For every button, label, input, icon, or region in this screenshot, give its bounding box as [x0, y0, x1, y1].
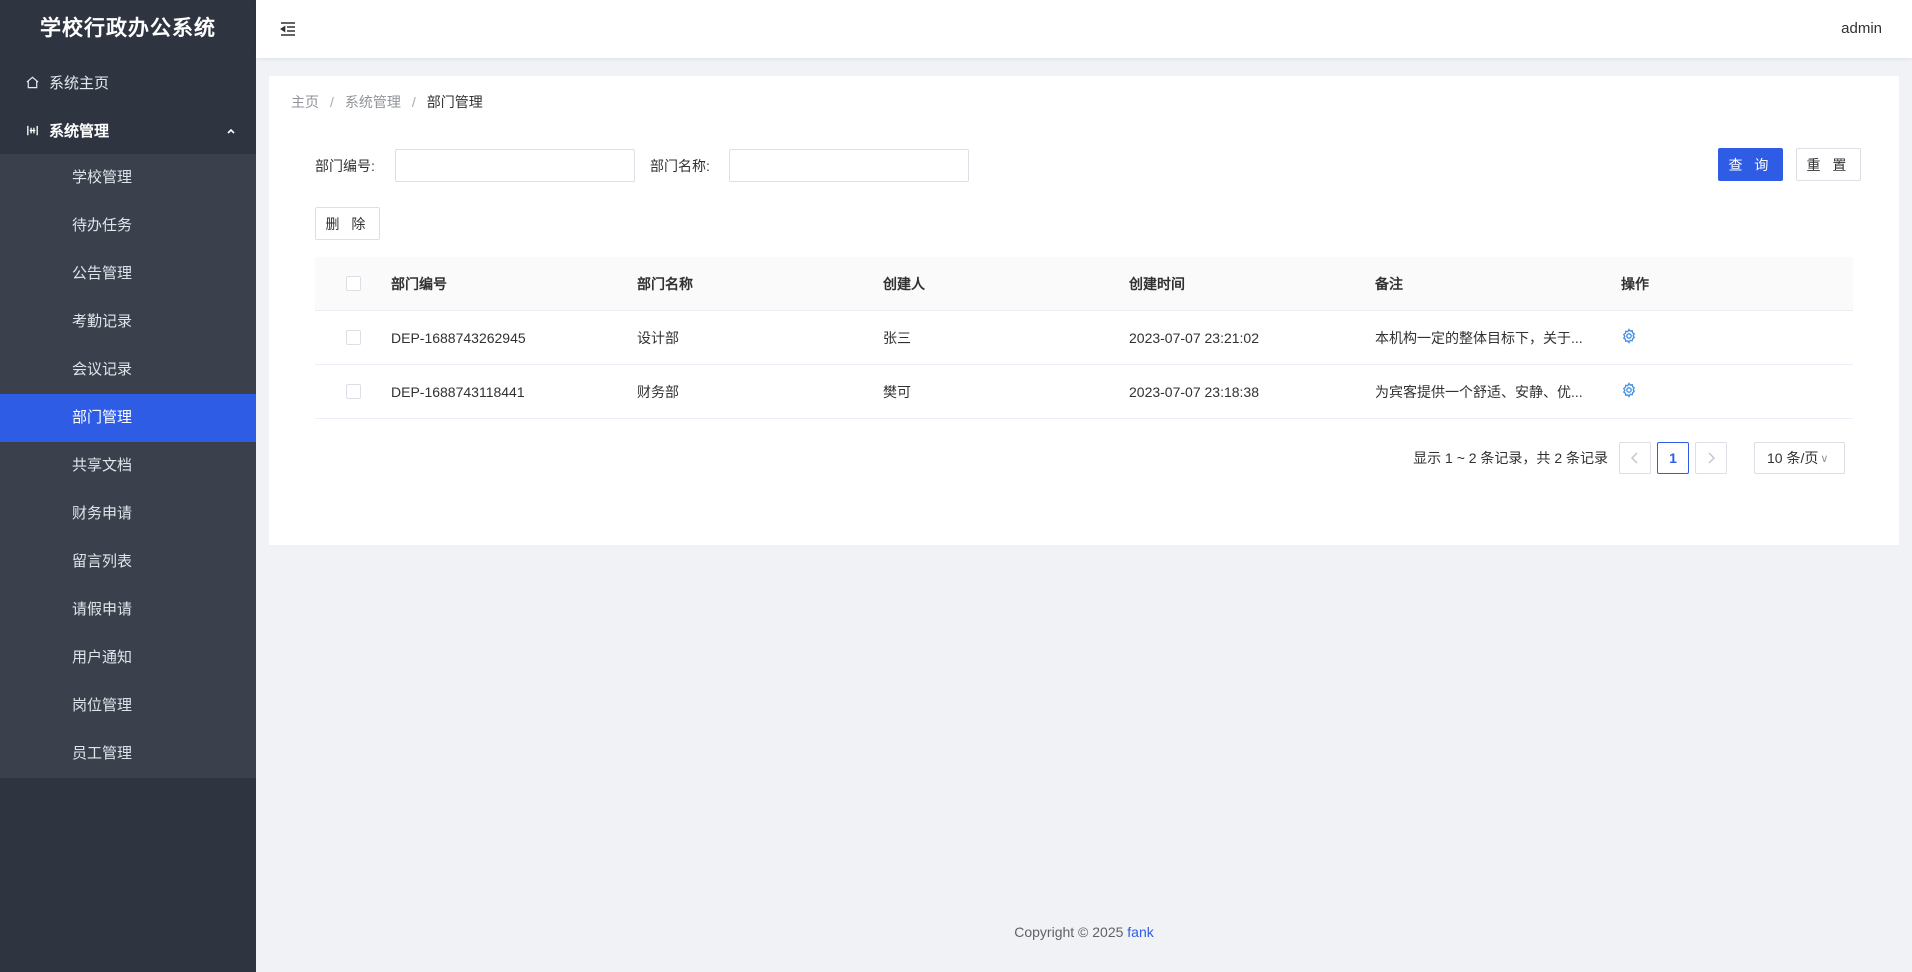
chevron-left-icon	[1631, 452, 1638, 464]
column-header: 部门名称	[637, 275, 693, 292]
created-time-cell: 2023-07-07 23:21:02	[1129, 329, 1259, 346]
column-header: 部门编号	[391, 275, 447, 292]
home-icon	[24, 74, 40, 90]
author-link[interactable]: fank	[1127, 924, 1153, 940]
dept-code-cell: DEP-1688743262945	[391, 329, 526, 346]
table-header: 部门编号 部门名称 创建人 创建时间 备注 操作	[315, 257, 1853, 311]
sidebar-item-documents[interactable]: 共享文档	[0, 442, 256, 490]
sidebar-group-system[interactable]: 系统管理	[0, 106, 256, 154]
sidebar-item-department[interactable]: 部门管理	[0, 394, 256, 442]
next-page-button[interactable]	[1695, 442, 1727, 474]
query-button[interactable]: 查 询	[1718, 148, 1783, 181]
dept-name-cell: 财务部	[637, 383, 679, 400]
breadcrumb-separator: /	[330, 94, 334, 110]
dept-code-cell: DEP-1688743118441	[391, 383, 525, 400]
main-card: 主页 / 系统管理 / 部门管理 部门编号: 部门名称: 查 询 重 置 删 除…	[269, 76, 1899, 545]
sidebar-item-label: 系统主页	[49, 74, 110, 92]
select-all-checkbox[interactable]	[345, 276, 361, 291]
settings-sliders-icon	[24, 122, 40, 138]
gear-icon[interactable]	[1621, 328, 1637, 344]
sidebar-item-meeting[interactable]: 会议记录	[0, 346, 256, 394]
creator-cell: 张三	[883, 329, 911, 346]
sidebar-group-label: 系统管理	[49, 122, 110, 140]
sidebar-item-position[interactable]: 岗位管理	[0, 682, 256, 730]
chevron-down-icon: ∨	[1820, 452, 1829, 465]
remark-cell: 为宾客提供一个舒适、安静、优...	[1375, 383, 1583, 400]
remark-cell: 本机构一定的整体目标下，关于...	[1375, 329, 1583, 346]
reset-button[interactable]: 重 置	[1796, 148, 1861, 181]
dept-name-cell: 设计部	[637, 329, 679, 346]
page-button-current[interactable]: 1	[1657, 442, 1689, 474]
sidebar-item-home[interactable]: 系统主页	[0, 58, 256, 106]
created-time-cell: 2023-07-07 23:18:38	[1129, 383, 1259, 400]
gear-icon[interactable]	[1621, 382, 1637, 398]
pagination-summary: 显示 1 ~ 2 条记录，共 2 条记录	[1413, 450, 1608, 466]
row-checkbox[interactable]	[345, 330, 361, 345]
column-header: 创建人	[883, 275, 925, 292]
sidebar-item-notice[interactable]: 公告管理	[0, 250, 256, 298]
sidebar-item-employee[interactable]: 员工管理	[0, 730, 256, 778]
dept-code-label: 部门编号:	[315, 158, 375, 174]
copyright-text: Copyright © 2025	[1014, 924, 1124, 940]
breadcrumb-section[interactable]: 系统管理	[345, 92, 401, 112]
top-header: admin	[256, 0, 1912, 58]
breadcrumb-home[interactable]: 主页	[291, 92, 319, 112]
table-row: DEP-1688743262945 设计部 张三 2023-07-07 23:2…	[315, 311, 1853, 365]
chevron-up-icon	[226, 123, 236, 140]
sidebar-item-messages[interactable]: 留言列表	[0, 538, 256, 586]
prev-page-button[interactable]	[1619, 442, 1651, 474]
breadcrumb: 主页 / 系统管理 / 部门管理	[291, 92, 483, 112]
dept-name-label: 部门名称:	[650, 158, 710, 174]
breadcrumb-separator: /	[411, 94, 416, 110]
page-size-select[interactable]: 10 条/页 ∨	[1754, 442, 1845, 474]
page-size-value: 10 条/页	[1767, 450, 1819, 466]
table-row: DEP-1688743118441 财务部 樊可 2023-07-07 23:1…	[315, 365, 1853, 419]
chevron-right-icon	[1708, 452, 1715, 464]
app-title: 学校行政办公系统	[40, 17, 216, 40]
creator-cell: 樊可	[883, 383, 911, 400]
user-menu[interactable]: admin	[1841, 20, 1882, 37]
breadcrumb-current: 部门管理	[426, 94, 483, 110]
delete-button[interactable]: 删 除	[315, 207, 380, 240]
department-table: 部门编号 部门名称 创建人 创建时间 备注 操作 DEP-16887432629…	[315, 257, 1853, 419]
footer: Copyright © 2025 fank	[256, 924, 1912, 940]
dept-name-input[interactable]	[729, 149, 969, 182]
column-header: 备注	[1375, 275, 1403, 292]
sidebar-submenu: 学校管理 待办任务 公告管理 考勤记录 会议记录 部门管理 共享文档 财务申请 …	[0, 154, 256, 778]
pagination: 显示 1 ~ 2 条记录，共 2 条记录 1 10 条/页 ∨	[1413, 442, 1845, 474]
column-header: 操作	[1621, 275, 1649, 292]
row-checkbox[interactable]	[345, 384, 361, 399]
column-header: 创建时间	[1129, 275, 1185, 292]
sidebar-item-school[interactable]: 学校管理	[0, 154, 256, 202]
indent-menu-icon[interactable]	[278, 19, 298, 39]
sidebar-item-todo[interactable]: 待办任务	[0, 202, 256, 250]
sidebar: 学校行政办公系统 系统主页 系统管理 学校管理 待办任务 公告管理 考勤记录 会…	[0, 0, 256, 972]
dept-code-input[interactable]	[395, 149, 635, 182]
sidebar-item-user-notice[interactable]: 用户通知	[0, 634, 256, 682]
sidebar-item-finance[interactable]: 财务申请	[0, 490, 256, 538]
sidebar-item-leave[interactable]: 请假申请	[0, 586, 256, 634]
sidebar-item-attendance[interactable]: 考勤记录	[0, 298, 256, 346]
